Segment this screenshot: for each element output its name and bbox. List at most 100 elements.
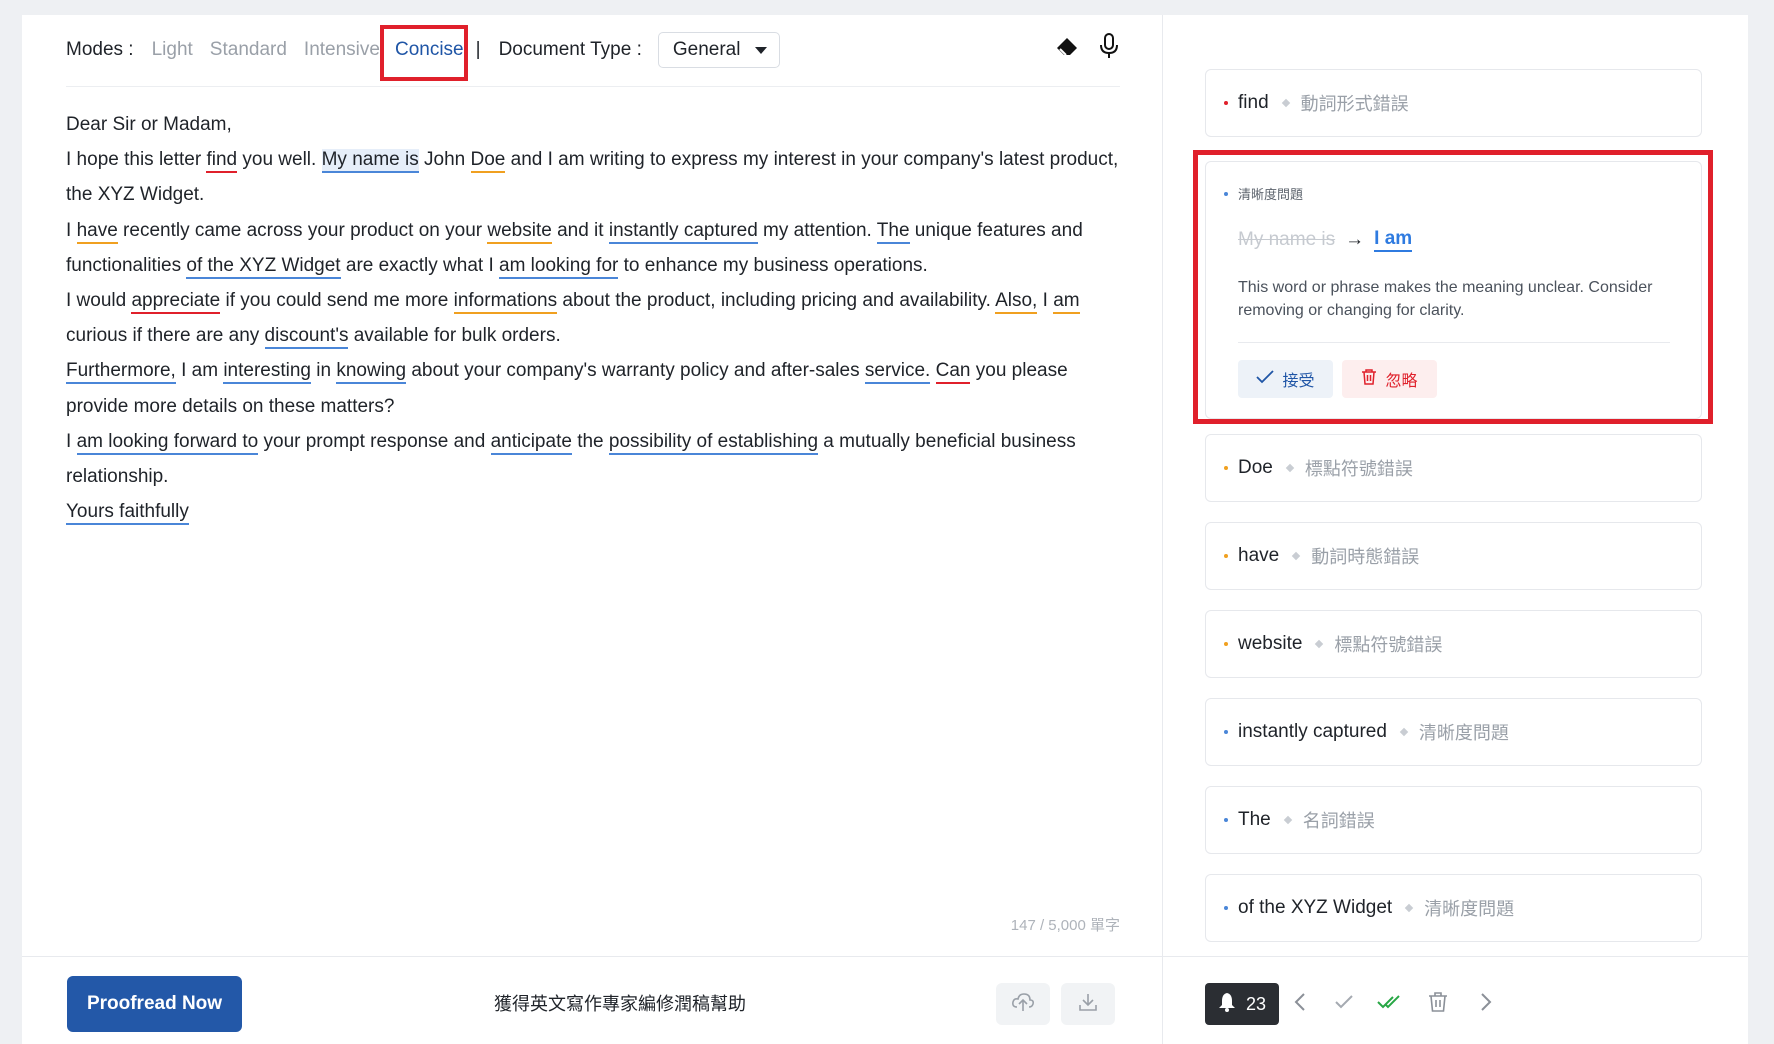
flagged-word[interactable]: knowing [336, 360, 407, 385]
suggestion-card[interactable]: website 標點符號錯誤 [1205, 610, 1702, 678]
suggestion-change: My name is → I am [1238, 228, 1413, 252]
document-editor[interactable]: Dear Sir or Madam, I hope this letter fi… [66, 107, 1126, 529]
document-type-value: General [672, 39, 741, 60]
previous-suggestion-button[interactable] [1287, 991, 1313, 1017]
accept-button[interactable]: 接受 [1238, 360, 1333, 398]
flagged-phrase[interactable]: am looking for [499, 254, 619, 279]
separator-diamond [1283, 815, 1292, 825]
modes-label: Modes : [66, 39, 134, 60]
suggestion-word: of the XYZ Widget [1238, 897, 1393, 918]
notifications-button[interactable]: 23 [1205, 983, 1279, 1025]
suggestion-word: Doe [1238, 457, 1273, 478]
severity-dot [1224, 101, 1228, 105]
flagged-phrase[interactable]: am looking forward to [76, 430, 259, 455]
suggestion-card[interactable]: instantly captured 清晰度問題 [1205, 698, 1702, 766]
suggestion-word: find [1238, 92, 1269, 113]
flagged-phrase[interactable]: possibility of establishing [608, 430, 819, 455]
toolbar: Modes : Light Standard Intensive Concise… [66, 25, 1120, 81]
microphone-icon[interactable] [1098, 32, 1120, 66]
expanded-category-label: 清晰度問題 [1238, 187, 1304, 202]
accept-current-button[interactable] [1331, 991, 1357, 1017]
separator-diamond [1404, 903, 1414, 913]
suggestion-card[interactable]: of the XYZ Widget 清晰度問題 [1205, 874, 1702, 942]
paragraph-1: I hope this letter find you well. My nam… [66, 149, 1119, 206]
flagged-phrase[interactable]: instantly captured [608, 219, 758, 244]
flagged-phrase[interactable]: of the XYZ Widget [186, 254, 341, 279]
flagged-word[interactable]: interesting [223, 360, 311, 385]
proofread-now-button[interactable]: Proofread Now [67, 976, 242, 1032]
separator-diamond [1281, 98, 1290, 108]
suggestion-word: have [1238, 545, 1280, 566]
toolbar-divider [66, 86, 1120, 87]
mode-light[interactable]: Light [152, 39, 193, 61]
document-type-label: Document Type : [498, 39, 642, 60]
ignore-button[interactable]: 忽略 [1342, 360, 1437, 398]
mode-standard[interactable]: Standard [210, 39, 287, 61]
flagged-word[interactable]: The [876, 219, 910, 244]
suggestion-card[interactable]: Doe 標點符號錯誤 [1205, 434, 1702, 502]
flagged-word[interactable]: appreciate [131, 290, 221, 315]
word-count: 147 / 5,000 單字 [1010, 917, 1120, 934]
flagged-word[interactable]: service. [864, 360, 931, 385]
replacement-text[interactable]: I am [1374, 228, 1413, 252]
flagged-phrase-selected[interactable]: My name is [321, 149, 419, 174]
paragraph-3: I would appreciate if you could send me … [66, 283, 1126, 353]
check-icon [1334, 994, 1354, 1015]
flagged-word[interactable]: am [1053, 290, 1080, 315]
severity-dot [1224, 730, 1228, 734]
expanded-suggestion-card: 清晰度問題 My name is → I am This word or phr… [1205, 161, 1702, 419]
suggestion-card[interactable]: The 名詞錯誤 [1205, 786, 1702, 854]
flagged-word[interactable]: discount's [264, 325, 349, 350]
separator-diamond [1315, 639, 1324, 649]
toolbar-icons [1054, 32, 1120, 66]
upload-button[interactable] [996, 983, 1050, 1025]
suggestion-category: 清晰度問題 [1418, 723, 1509, 743]
eraser-icon[interactable] [1054, 33, 1080, 65]
suggestion-category: 標點符號錯誤 [1304, 459, 1413, 479]
double-check-icon [1377, 994, 1403, 1015]
cloud-upload-icon [1011, 991, 1035, 1018]
next-suggestion-button[interactable] [1473, 991, 1499, 1017]
concise-highlight-box [379, 25, 468, 81]
download-icon [1077, 991, 1099, 1018]
flagged-phrase[interactable]: Yours faithfully [66, 501, 189, 526]
greeting-line: Dear Sir or Madam, [66, 114, 232, 135]
suggestion-explanation: This word or phrase makes the meaning un… [1238, 279, 1653, 319]
flagged-word[interactable]: Doe [470, 149, 506, 174]
ignore-all-button[interactable] [1425, 991, 1451, 1017]
accept-all-button[interactable] [1377, 991, 1403, 1017]
flagged-word[interactable]: Can [935, 360, 971, 385]
flagged-word[interactable]: Furthermore, [66, 360, 176, 385]
document-type-select[interactable]: General [657, 32, 780, 68]
suggestion-category: 動詞時態錯誤 [1311, 547, 1420, 567]
panel-divider [1162, 15, 1163, 1044]
accept-label: 接受 [1282, 373, 1315, 390]
separator-diamond [1399, 727, 1409, 737]
caret-down-icon [754, 46, 767, 54]
flagged-word[interactable]: anticipate [490, 430, 572, 455]
separator-diamond [1285, 463, 1295, 473]
flagged-word[interactable]: Also, [995, 290, 1038, 315]
flagged-word[interactable]: website [487, 219, 552, 244]
suggestion-word: website [1238, 633, 1303, 654]
suggestion-card[interactable]: find 動詞形式錯誤 [1205, 69, 1702, 137]
suggestion-category: 名詞錯誤 [1302, 811, 1375, 831]
suggestion-card[interactable]: have 動詞時態錯誤 [1205, 522, 1702, 590]
severity-dot [1224, 191, 1228, 196]
paragraph-2: I have recently came across your product… [66, 213, 1126, 283]
severity-dot [1224, 642, 1228, 646]
expert-editing-promo[interactable]: 獲得英文寫作專家編修潤稿幫助 [494, 990, 746, 1016]
flagged-word[interactable]: find [206, 149, 238, 174]
arrow-right-icon: → [1345, 229, 1365, 250]
download-button[interactable] [1061, 983, 1115, 1025]
original-text: My name is [1238, 229, 1336, 250]
severity-dot [1224, 554, 1228, 558]
check-icon [1256, 369, 1275, 389]
flagged-word[interactable]: informations [453, 290, 558, 315]
chevron-left-icon [1294, 992, 1306, 1017]
suggestion-category: 清晰度問題 [1424, 899, 1515, 919]
bottom-divider [22, 956, 1748, 957]
mode-intensive[interactable]: Intensive [304, 39, 380, 61]
suggestion-word: The [1238, 809, 1271, 830]
flagged-word[interactable]: have [76, 219, 118, 244]
